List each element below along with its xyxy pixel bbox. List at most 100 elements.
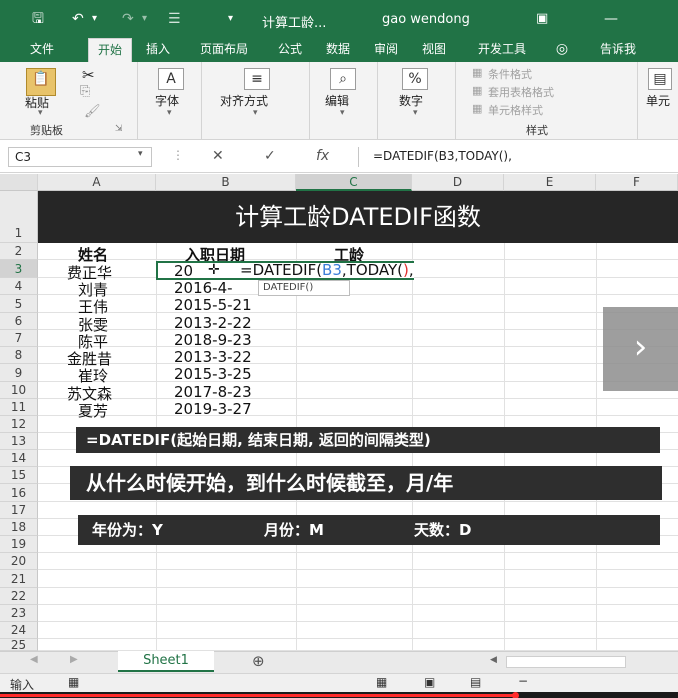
- conditional-format-button[interactable]: 条件格式: [488, 66, 532, 82]
- normal-view-icon[interactable]: ▦: [376, 675, 387, 689]
- paste-icon[interactable]: 📋: [26, 68, 56, 96]
- tab-review[interactable]: 审阅: [364, 38, 408, 62]
- cell-hire-date[interactable]: 2015-5-21: [174, 296, 252, 314]
- number-label[interactable]: 数字: [399, 92, 423, 109]
- row-header-23[interactable]: 23: [0, 605, 38, 622]
- alignment-dropdown-icon[interactable]: ▾: [253, 108, 258, 118]
- tab-insert[interactable]: 插入: [136, 38, 180, 62]
- row-header-6[interactable]: 6: [0, 313, 38, 330]
- redo-icon[interactable]: ↷: [122, 11, 134, 27]
- save-icon[interactable]: 🖫: [32, 11, 44, 27]
- cell-style-button[interactable]: 单元格样式: [488, 102, 543, 118]
- row-header-19[interactable]: 19: [0, 536, 38, 553]
- enter-icon[interactable]: ✓: [264, 148, 276, 164]
- sheet-tab-sheet1[interactable]: Sheet1: [118, 651, 214, 672]
- cell-b3-date[interactable]: 20: [174, 262, 193, 280]
- row-header-12[interactable]: 12: [0, 416, 38, 433]
- tab-file[interactable]: 文件: [16, 38, 68, 62]
- undo-dropdown-icon[interactable]: ▾: [92, 11, 97, 27]
- page-break-view-icon[interactable]: ▤: [470, 675, 481, 689]
- scroll-left-icon[interactable]: ◀: [30, 654, 38, 665]
- column-header-f[interactable]: F: [596, 174, 678, 191]
- row-header-7[interactable]: 7: [0, 330, 38, 347]
- add-sheet-icon[interactable]: ⊕: [252, 652, 265, 670]
- cell-hire-date[interactable]: 2013-2-22: [174, 314, 252, 332]
- row-header-15[interactable]: 15: [0, 467, 38, 484]
- cancel-icon[interactable]: ✕: [212, 148, 224, 164]
- tab-data[interactable]: 数据: [316, 38, 360, 62]
- row-header-21[interactable]: 21: [0, 570, 38, 588]
- cell-hire-date[interactable]: 2015-3-25: [174, 365, 252, 383]
- editing-dropdown-icon[interactable]: ▾: [340, 108, 345, 118]
- paste-dropdown-icon[interactable]: ▾: [38, 108, 43, 118]
- font-label[interactable]: 字体: [155, 92, 179, 109]
- tab-page-layout[interactable]: 页面布局: [184, 38, 264, 62]
- row-header-3[interactable]: 3: [0, 260, 38, 278]
- tab-formulas[interactable]: 公式: [268, 38, 312, 62]
- row-header-2[interactable]: 2: [0, 243, 38, 260]
- row-header-8[interactable]: 8: [0, 347, 38, 364]
- name-box-dropdown-icon[interactable]: ▾: [138, 149, 143, 159]
- scroll-right-icon[interactable]: ▶: [70, 654, 78, 665]
- column-header-b[interactable]: B: [156, 174, 296, 191]
- clipboard-launcher-icon[interactable]: ⇲: [115, 124, 123, 134]
- select-all-corner[interactable]: [0, 174, 38, 191]
- column-header-c[interactable]: C: [296, 174, 412, 191]
- row-header-13[interactable]: 13: [0, 433, 38, 450]
- ribbon-display-options-icon[interactable]: ▣: [536, 11, 548, 26]
- table-format-button[interactable]: 套用表格格式: [488, 84, 554, 100]
- column-header-d[interactable]: D: [412, 174, 504, 191]
- row-header-16[interactable]: 16: [0, 484, 38, 502]
- alignment-label[interactable]: 对齐方式: [220, 92, 268, 109]
- row-header-14[interactable]: 14: [0, 450, 38, 467]
- cell-hire-date[interactable]: 2013-3-22: [174, 348, 252, 366]
- cell-hire-date[interactable]: 2017-8-23: [174, 383, 252, 401]
- video-progress-bar[interactable]: [0, 692, 678, 698]
- cell-hire-date[interactable]: 2019-3-27: [174, 400, 252, 418]
- cells-label[interactable]: 单元: [646, 92, 670, 109]
- customize-toolbar-icon[interactable]: ▾: [228, 11, 233, 27]
- row-header-18[interactable]: 18: [0, 519, 38, 536]
- cell-hire-date[interactable]: 2018-9-23: [174, 331, 252, 349]
- row-header-11[interactable]: 11: [0, 399, 38, 416]
- cells-icon[interactable]: ▤: [648, 68, 672, 90]
- row-header-17[interactable]: 17: [0, 502, 38, 519]
- font-dropdown-icon[interactable]: ▾: [167, 108, 172, 118]
- row-header-22[interactable]: 22: [0, 588, 38, 605]
- row-header-25[interactable]: 25: [0, 639, 38, 651]
- font-icon[interactable]: A: [158, 68, 184, 90]
- paste-label[interactable]: 粘贴: [25, 94, 49, 111]
- row-header-1[interactable]: 1: [0, 191, 38, 243]
- zoom-out-icon[interactable]: −: [518, 674, 528, 688]
- column-header-a[interactable]: A: [38, 174, 156, 191]
- tab-developer[interactable]: 开发工具: [460, 38, 544, 62]
- hscroll-left-icon[interactable]: ◀: [490, 655, 497, 665]
- name-box[interactable]: C3: [8, 147, 152, 167]
- tab-view[interactable]: 视图: [412, 38, 456, 62]
- cell-hire-date[interactable]: 2016-4-: [174, 279, 233, 297]
- search-icon[interactable]: ⌕: [330, 68, 356, 90]
- editing-label[interactable]: 编辑: [325, 92, 349, 109]
- percent-icon[interactable]: %: [402, 68, 428, 90]
- tell-me-box[interactable]: 告诉我: [580, 38, 656, 62]
- column-header-e[interactable]: E: [504, 174, 596, 191]
- row-header-4[interactable]: 4: [0, 278, 38, 295]
- function-tooltip[interactable]: DATEDIF(): [258, 280, 350, 296]
- next-slide-button[interactable]: ›: [603, 307, 678, 391]
- minimize-icon[interactable]: —: [604, 11, 618, 27]
- redo-dropdown-icon[interactable]: ▾: [142, 11, 147, 27]
- number-dropdown-icon[interactable]: ▾: [413, 108, 418, 118]
- row-header-24[interactable]: 24: [0, 622, 38, 639]
- video-progress-knob[interactable]: [512, 692, 520, 698]
- copy-icon[interactable]: ⎘: [80, 84, 90, 99]
- formula-in-cell[interactable]: =DATEDIF(B3,TODAY(),: [240, 261, 414, 279]
- user-name[interactable]: gao wendong: [382, 12, 470, 27]
- row-header-10[interactable]: 10: [0, 382, 38, 399]
- row-header-9[interactable]: 9: [0, 364, 38, 382]
- undo-icon[interactable]: ↶: [72, 11, 84, 27]
- macro-record-icon[interactable]: ▦: [68, 675, 79, 689]
- insert-function-icon[interactable]: fx: [316, 148, 329, 164]
- horizontal-scrollbar[interactable]: [506, 656, 626, 668]
- page-layout-view-icon[interactable]: ▣: [424, 675, 435, 689]
- cut-icon[interactable]: ✂: [82, 66, 95, 84]
